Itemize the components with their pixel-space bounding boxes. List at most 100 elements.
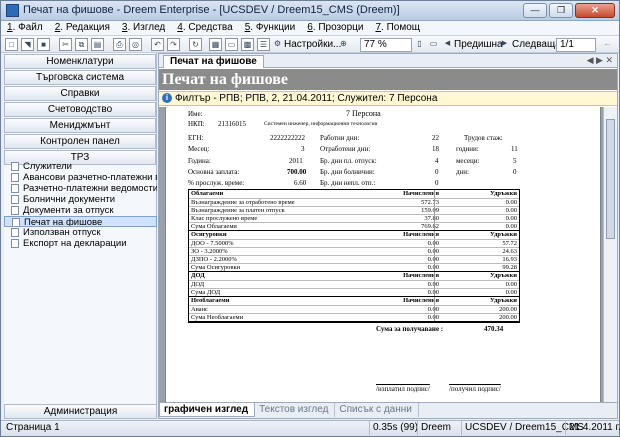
table-cell: ДОО - 7.5000% (191, 240, 234, 247)
menu-item-0[interactable]: 1. Файл (1, 21, 49, 35)
table-cell: ДОД (191, 272, 205, 279)
page-select[interactable]: 1/1 (556, 38, 596, 52)
sidebar-tree-item[interactable]: Авансови разчетно-платежни вед... (4, 172, 157, 183)
tree-item-label: Печат на фишове (24, 217, 103, 227)
nkp-description: Системен инженер, информационни технолог… (264, 121, 378, 127)
sidebar-tree: СлужителиАвансови разчетно-платежни вед.… (4, 161, 157, 249)
menu-item-5[interactable]: 6. Прозорци (301, 21, 369, 35)
worked-days-value: 18 (432, 145, 439, 153)
status-app: Dreem (417, 421, 454, 435)
paste-icon[interactable]: ▤ (91, 38, 104, 51)
preview-icon[interactable]: ◎ (129, 38, 142, 51)
table-cell: Удръжки (489, 272, 517, 279)
menu-item-number: 7 (375, 22, 382, 33)
total-label: Сума за получаване : (376, 325, 444, 333)
title-bar: Печат на фишове - Dreem Enterprise - [UC… (1, 1, 619, 21)
table-cell: 0.00 (505, 281, 517, 288)
sidebar-tree-item[interactable]: Служители (4, 161, 157, 172)
table-cell: Сума Необлагаеми (191, 314, 244, 321)
sidebar-tree-item[interactable]: Документи за отпуск (4, 205, 157, 216)
page-title: Печат на фишове (159, 69, 617, 90)
new-icon[interactable]: □ (5, 38, 18, 51)
sidebar-tree-item[interactable]: Печат на фишове (4, 216, 157, 227)
cut-icon[interactable]: ✂ (59, 38, 72, 51)
zoom-icon[interactable]: ⊕ (337, 38, 350, 51)
list-icon[interactable]: ☰ (257, 38, 270, 51)
table-cell: 24.63 (502, 248, 517, 255)
administration-button[interactable]: Администрация (4, 404, 157, 419)
table-cell: Начисления (403, 297, 439, 304)
sidebar-nav: Номенклатури Търговска система Справки Счет… (4, 54, 156, 165)
settings-icon[interactable]: ⚙ (271, 38, 284, 51)
chart-icon[interactable]: ▭ (225, 38, 238, 51)
menu-item-1[interactable]: 2. Редакция (49, 21, 116, 35)
sidebar-tree-item[interactable]: Използван отпуск (4, 227, 157, 238)
menu-item-6[interactable]: 7. Помощ (369, 21, 426, 35)
zoom-select[interactable]: 77 % (360, 38, 412, 52)
prev-page-button[interactable]: Предишна (454, 39, 503, 50)
next-page-icon[interactable]: ▶ (498, 38, 511, 51)
sidebar-tree-item[interactable]: Болнични документи (4, 194, 157, 205)
app-window: Печат на фишове - Dreem Enterprise - [UC… (0, 0, 620, 437)
report-viewer[interactable]: Име: 7 Персона НКП: 21316015 Системен ин… (159, 107, 617, 403)
sidebar-tree-item[interactable]: Експорт на декларации (4, 238, 157, 249)
print-icon[interactable]: ⎙ (113, 38, 126, 51)
sidebar-nav-button[interactable]: Мениджмънт (4, 118, 156, 133)
fit-page-icon[interactable]: ▯ (413, 38, 426, 51)
column-divider (434, 190, 435, 198)
column-divider (434, 248, 435, 255)
scrollbar-thumb[interactable] (606, 119, 615, 239)
sick-days-value: 0 (435, 168, 439, 176)
table-cell: ДЗПО - 2.2000% (191, 256, 237, 263)
close-icon[interactable]: ✕ (575, 3, 615, 18)
tab-nav-icons[interactable]: ◀ ▶ ✕ (587, 55, 613, 66)
fit-width-icon[interactable]: ▭ (427, 38, 440, 51)
sidebar-nav-button[interactable]: Счетоводство (4, 102, 156, 117)
app-icon (6, 4, 19, 17)
filter-text: Филтър - РПВ; РПВ, 2, 21.04.2011; Служит… (175, 93, 438, 104)
next-page-button[interactable]: Следваща (512, 39, 561, 50)
table-cell: 99.28 (502, 264, 517, 271)
settings-button[interactable]: Настройки... (284, 39, 341, 50)
table-cell: 0.00 (389, 306, 439, 313)
minimize-icon[interactable]: — (523, 3, 547, 18)
prev-page-icon[interactable]: ◀ (441, 38, 454, 51)
filter-bar: i Филтър - РПВ; РПВ, 2, 21.04.2011; Служ… (159, 91, 617, 106)
menu-item-number: 6 (307, 22, 313, 33)
tree-item-label: Авансови разчетно-платежни вед... (23, 172, 157, 183)
sidebar-nav-button[interactable]: Контролен панел (4, 134, 156, 149)
view-tab[interactable]: Текстов изглед (255, 403, 336, 417)
view-tab[interactable]: Списък с данни (335, 403, 419, 417)
grid-icon[interactable]: ▦ (209, 38, 222, 51)
toolbar: □ ◥ ■ ✂ ⧉ ▤ ⎙ ◎ ↶ ↷ ↻ ▦ ▭ ▩ ☰ ⚙ Настройк… (1, 36, 619, 53)
sidebar-nav-button[interactable]: Справки (4, 86, 156, 101)
undo-icon[interactable]: ↶ (151, 38, 164, 51)
vertical-scrollbar[interactable] (603, 107, 617, 403)
table-icon[interactable]: ▩ (241, 38, 254, 51)
sidebar-nav-button[interactable]: Номенклатури (4, 54, 156, 69)
tab-print-payslips[interactable]: Печат на фишове (163, 55, 264, 68)
sidebar-tree-item[interactable]: Разчетно-платежни ведомости (4, 183, 157, 194)
menu-item-3[interactable]: 4. Средства (171, 21, 238, 35)
document-icon (11, 228, 19, 237)
view-tab[interactable]: графичен изглед (159, 403, 256, 417)
column-divider (434, 199, 435, 206)
seniority-days-label: дни: (456, 168, 469, 176)
restore-icon[interactable]: ❐ (549, 3, 573, 18)
menu-item-4[interactable]: 5. Функции (239, 21, 302, 35)
info-icon: i (162, 93, 172, 103)
table-row: Сума Осигуровки 0.00 99.28 (189, 264, 519, 272)
menu-item-2[interactable]: 3. Изглед (116, 21, 171, 35)
menu-item-number: 3 (121, 22, 128, 33)
sidebar-nav-button[interactable]: Търговска система (4, 70, 156, 85)
base-salary-label: Основна заплата: (188, 168, 240, 176)
open-icon[interactable]: ◥ (21, 38, 34, 51)
back-arrow-icon[interactable]: ← (601, 38, 614, 51)
nkp-value: 21316015 (218, 120, 246, 128)
save-icon[interactable]: ■ (37, 38, 50, 51)
refresh-icon[interactable]: ↻ (189, 38, 202, 51)
redo-icon[interactable]: ↷ (167, 38, 180, 51)
menu-item-label: Прозорци (318, 22, 364, 33)
copy-icon[interactable]: ⧉ (75, 38, 88, 51)
tree-item-label: Болнични документи (23, 194, 115, 205)
